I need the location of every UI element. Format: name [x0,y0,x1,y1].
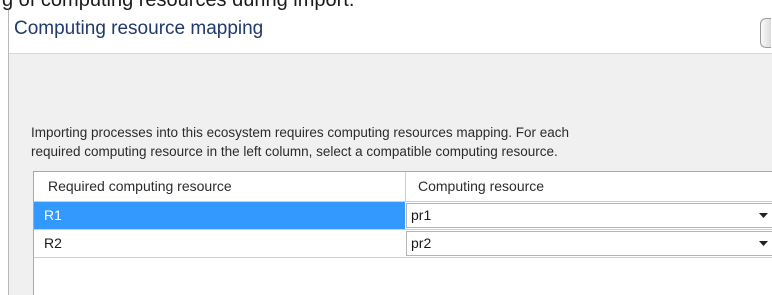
figure-caption-text: g of computing resources during import. [2,0,354,10]
selected-computing-resource: pr1 [411,207,432,223]
chevron-down-icon[interactable] [754,232,772,255]
column-header-required[interactable]: Required computing resource [34,172,405,201]
description-line-2: required computing resource in the left … [31,144,558,159]
table-row: R2 pr2 [34,230,772,258]
column-header-computing[interactable]: Computing resource [405,172,772,201]
dialog-header: Computing resource mapping [9,10,772,54]
computing-resource-select[interactable]: pr1 [406,203,772,228]
required-resource-cell[interactable]: R1 [34,202,405,229]
dialog-description: Importing processes into this ecosystem … [31,123,761,161]
selected-computing-resource: pr2 [411,235,432,251]
computing-resource-mapping-dialog: Computing resource mapping Importing pro… [8,10,772,295]
required-resource-cell[interactable]: R2 [34,230,405,257]
dialog-title: Computing resource mapping [14,18,264,39]
figure-caption: g of computing resources during import. [0,0,772,10]
chevron-down-icon[interactable] [754,204,772,227]
table-row: R1 pr1 [34,202,772,230]
grid-header: Required computing resource Computing re… [34,172,772,202]
scrollbar-handle[interactable] [760,18,771,48]
computing-resource-select[interactable]: pr2 [406,231,772,256]
resource-mapping-grid: Required computing resource Computing re… [33,171,772,295]
description-line-1: Importing processes into this ecosystem … [31,125,569,140]
